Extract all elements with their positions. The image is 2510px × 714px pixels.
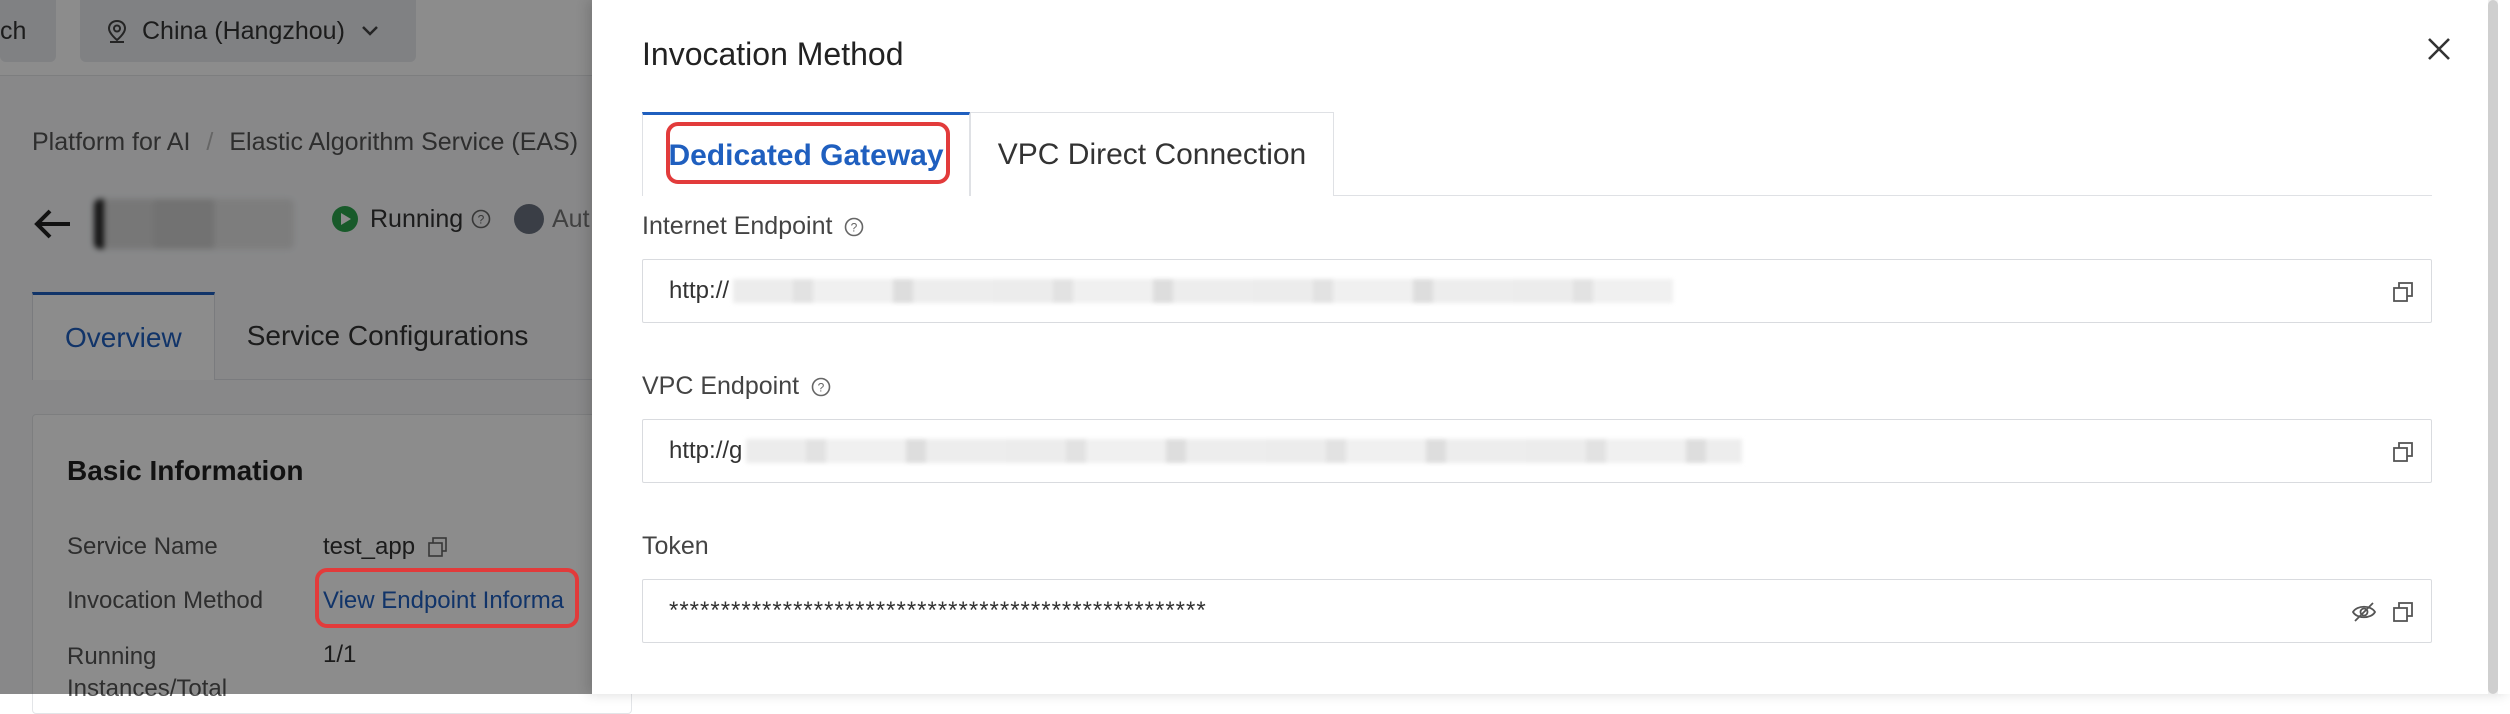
- eye-off-icon[interactable]: [2351, 600, 2377, 624]
- help-icon[interactable]: ?: [844, 217, 864, 237]
- close-icon[interactable]: [2424, 34, 2454, 64]
- token-value-masked: ****************************************…: [669, 597, 1207, 624]
- internet-endpoint-label-text: Internet Endpoint: [642, 212, 833, 240]
- vpc-endpoint-prefix: http://g: [669, 437, 743, 464]
- vpc-endpoint-field[interactable]: http://g: [642, 419, 2432, 483]
- endpoint-link-highlight: [315, 568, 579, 628]
- drawer-title: Invocation Method: [642, 36, 904, 72]
- internet-endpoint-prefix: http://: [669, 277, 730, 304]
- invocation-method-drawer: Invocation Method Dedicated Gateway VPC …: [592, 0, 2510, 694]
- scrollbar-thumb[interactable]: [2488, 0, 2498, 694]
- help-icon[interactable]: ?: [811, 377, 831, 397]
- copy-icon[interactable]: [2391, 280, 2415, 304]
- drawer-tabs: Dedicated Gateway VPC Direct Connection: [642, 112, 2432, 196]
- internet-endpoint-field[interactable]: http://: [642, 259, 2432, 323]
- copy-icon[interactable]: [2391, 440, 2415, 464]
- token-label-text: Token: [642, 532, 709, 560]
- vpc-endpoint-label-text: VPC Endpoint: [642, 372, 800, 400]
- svg-text:?: ?: [851, 220, 858, 234]
- vpc-endpoint-label: VPC Endpoint ?: [642, 372, 831, 401]
- internet-endpoint-redacted: [733, 279, 1674, 303]
- tab-vpc-direct-connection[interactable]: VPC Direct Connection: [970, 112, 1334, 196]
- token-field[interactable]: ****************************************…: [642, 579, 2432, 643]
- token-label: Token: [642, 532, 709, 561]
- vpc-endpoint-redacted: [746, 439, 1743, 463]
- internet-endpoint-label: Internet Endpoint ?: [642, 212, 864, 241]
- svg-text:?: ?: [818, 380, 825, 394]
- tab-dedicated-gateway[interactable]: Dedicated Gateway: [642, 112, 970, 196]
- copy-icon[interactable]: [2391, 600, 2415, 624]
